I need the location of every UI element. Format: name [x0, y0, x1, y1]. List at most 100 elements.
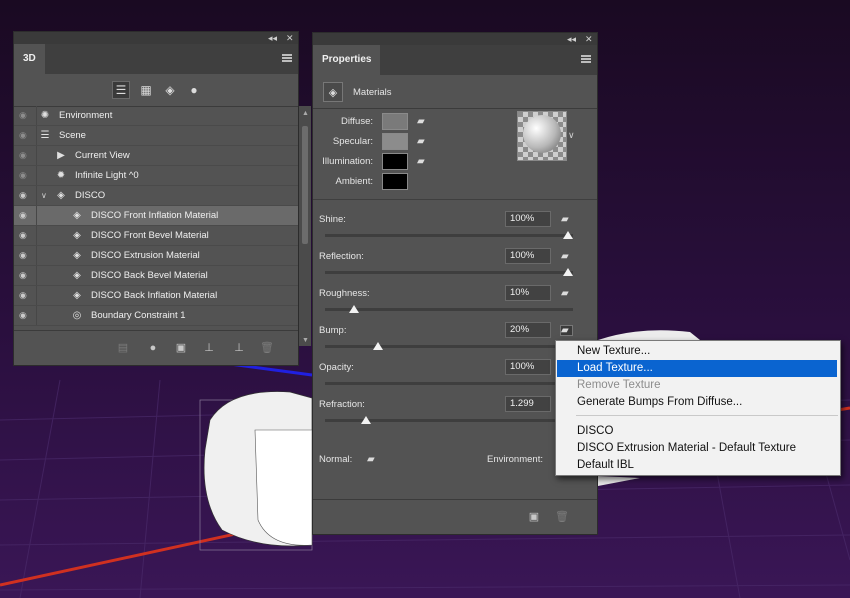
menu-texture-item[interactable]: Default IBL [557, 457, 837, 474]
slider-value-field[interactable]: 100% [505, 359, 551, 375]
visibility-cell[interactable]: ◉ [14, 186, 37, 205]
color-swatch[interactable] [382, 133, 408, 150]
visibility-eye-icon[interactable]: ◉ [19, 231, 31, 240]
texture-folder-icon[interactable]: ▰ [417, 117, 428, 127]
visibility-cell[interactable]: ◉ [14, 286, 37, 305]
menu-texture-item[interactable]: DISCO Extrusion Material - Default Textu… [557, 440, 837, 457]
3d-panel-titlebar[interactable]: ◂◂ ✕ [14, 32, 298, 44]
tab-properties[interactable]: Properties [313, 45, 381, 75]
slider-knob[interactable] [349, 305, 359, 313]
slider-track[interactable] [325, 234, 573, 237]
visibility-eye-icon[interactable]: ◉ [19, 211, 31, 220]
menu-item[interactable]: Load Texture... [557, 360, 837, 377]
slider-knob[interactable] [563, 268, 573, 276]
layer-row[interactable]: ◉ ◈ DISCO Front Bevel Material [14, 226, 298, 246]
menu-item[interactable]: New Texture... [557, 343, 837, 360]
visibility-eye-icon[interactable]: ◉ [19, 111, 31, 120]
texture-folder-icon[interactable]: ▰ [561, 252, 572, 262]
new-light-icon[interactable]: ● [146, 341, 160, 355]
slider-track[interactable] [325, 271, 573, 274]
scrollbar-thumb[interactable] [302, 126, 308, 244]
slider-knob[interactable] [563, 231, 573, 239]
visibility-cell[interactable]: ◉ [14, 266, 37, 285]
meshes-filter-icon[interactable]: ▦ [138, 82, 154, 98]
slider-track[interactable] [325, 345, 573, 348]
collapse-icon[interactable]: ◂◂ [567, 33, 576, 45]
material-preview[interactable] [517, 111, 567, 161]
layer-row[interactable]: ◉ ◈ DISCO Back Bevel Material [14, 266, 298, 286]
slider-track[interactable] [325, 308, 573, 311]
visibility-cell[interactable]: ◉ [14, 126, 37, 145]
color-swatch[interactable] [382, 173, 408, 190]
slider-knob[interactable] [361, 416, 371, 424]
layer-row[interactable]: ◉ ◎ Boundary Constraint 1 [14, 306, 298, 326]
texture-folder-icon[interactable]: ▰ [561, 215, 572, 225]
drop-to-ground-icon[interactable]: ⊥ [202, 341, 216, 355]
slider-value-field[interactable]: 20% [505, 322, 551, 338]
layer-row[interactable]: ◉ ✹ Infinite Light ^0 [14, 166, 298, 186]
texture-folder-icon[interactable]: ▰ [561, 289, 572, 299]
close-icon[interactable]: ✕ [585, 33, 593, 45]
texture-folder-icon[interactable]: ▰ [417, 157, 428, 167]
visibility-eye-icon[interactable]: ◉ [19, 131, 31, 140]
render-icon[interactable]: ▣ [527, 510, 541, 524]
new-mesh-icon[interactable]: ▤ [116, 341, 130, 355]
visibility-eye-icon[interactable]: ◉ [19, 311, 31, 320]
visibility-eye-icon[interactable]: ◉ [19, 251, 31, 260]
visibility-cell[interactable]: ◉ [14, 206, 37, 225]
layer-list-scrollbar[interactable]: ▲ ▼ [299, 106, 311, 346]
texture-folder-icon[interactable]: ▰ [417, 137, 428, 147]
visibility-eye-icon[interactable]: ◉ [19, 291, 31, 300]
expand-chevron-icon[interactable]: ∨ [41, 186, 47, 206]
tab-3d[interactable]: 3D [14, 44, 45, 74]
panel-menu-icon[interactable] [282, 54, 292, 62]
menu-item[interactable]: Generate Bumps From Diffuse... [557, 394, 837, 411]
slider-knob[interactable] [373, 342, 383, 350]
slider-value-field[interactable]: 100% [505, 211, 551, 227]
properties-tabbar: Properties [313, 45, 597, 75]
visibility-cell[interactable]: ◉ [14, 146, 37, 165]
texture-folder-icon[interactable]: ▰ [560, 325, 573, 336]
slider-value-field[interactable]: 1.299 [505, 396, 551, 412]
visibility-eye-icon[interactable]: ◉ [19, 271, 31, 280]
whole-scene-filter-icon[interactable]: ☰ [112, 81, 130, 99]
visibility-eye-icon[interactable]: ◉ [19, 171, 31, 180]
color-row-label: Specular: [332, 136, 373, 147]
render-icon[interactable]: ▣ [174, 341, 188, 355]
close-icon[interactable]: ✕ [286, 32, 294, 44]
materials-filter-icon[interactable]: ◈ [162, 82, 178, 98]
layer-row[interactable]: ◉ ◈ DISCO Extrusion Material [14, 246, 298, 266]
normal-texture-folder-icon[interactable]: ▰ [367, 455, 378, 465]
slider-track[interactable] [325, 382, 573, 385]
color-swatch[interactable] [382, 113, 408, 130]
lights-filter-icon[interactable]: ● [186, 82, 202, 98]
slider-value-field[interactable]: 100% [505, 248, 551, 264]
scroll-up-icon[interactable]: ▲ [302, 110, 309, 117]
visibility-eye-icon[interactable]: ◉ [19, 151, 31, 160]
collapse-icon[interactable]: ◂◂ [268, 32, 277, 44]
layer-row[interactable]: ◉ ☰ Scene [14, 126, 298, 146]
scroll-down-icon[interactable]: ▼ [302, 337, 309, 344]
layer-row[interactable]: ◉ ◈ DISCO Front Inflation Material [14, 206, 298, 226]
visibility-cell[interactable]: ◉ [14, 246, 37, 265]
properties-titlebar[interactable]: ◂◂ ✕ [313, 33, 597, 45]
visibility-eye-icon[interactable]: ◉ [19, 191, 31, 200]
texture-context-menu: New Texture... Load Texture... Remove Text… [555, 340, 841, 476]
material-picker-chevron-icon[interactable]: ∨ [568, 130, 575, 141]
delete-icon[interactable]: 🗑 [555, 510, 569, 524]
visibility-cell[interactable]: ◉ [14, 306, 37, 325]
layer-row[interactable]: ◉ ▶ Current View [14, 146, 298, 166]
split-icon[interactable]: ⊥ [232, 341, 246, 355]
layer-row[interactable]: ◉ ◈ DISCO Back Inflation Material [14, 286, 298, 306]
delete-icon[interactable]: 🗑 [260, 341, 274, 355]
visibility-cell[interactable]: ◉ [14, 226, 37, 245]
visibility-cell[interactable]: ◉ [14, 166, 37, 185]
layer-row[interactable]: ◉ ✺ Environment [14, 106, 298, 126]
color-swatch[interactable] [382, 153, 408, 170]
layer-row[interactable]: ◉ ∨ ◈ DISCO [14, 186, 298, 206]
visibility-cell[interactable]: ◉ [14, 106, 37, 125]
3d-filter-toolbar: ☰ ▦ ◈ ● [14, 74, 298, 107]
panel-menu-icon[interactable] [581, 55, 591, 63]
slider-value-field[interactable]: 10% [505, 285, 551, 301]
menu-texture-item[interactable]: DISCO [557, 423, 837, 440]
